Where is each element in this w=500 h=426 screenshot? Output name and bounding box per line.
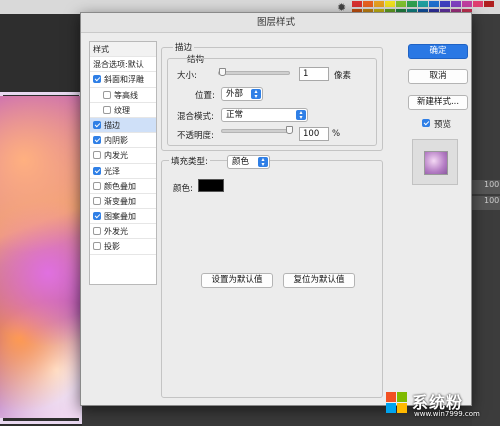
style-item-inner-glow[interactable]: 内发光 [90,148,156,164]
stroke-title: 描边 [173,41,195,53]
size-label: 大小: [177,71,197,81]
style-checkbox-gradient-overlay[interactable] [93,196,101,205]
style-label-outer-glow: 外发光 [104,227,128,237]
style-checkbox-color-overlay[interactable] [93,181,101,190]
style-item-blend-options[interactable]: 混合选项:默认 [90,57,156,73]
blend-mode-label: 混合模式: [177,112,214,122]
style-checkbox-drop-shadow[interactable] [93,242,101,251]
style-label-stroke: 描边 [104,120,120,130]
fill-type-select[interactable]: 颜色 ▴ ▾ [227,155,270,169]
opacity-slider-track[interactable] [221,129,293,133]
color-swatch[interactable] [429,1,439,7]
size-unit: 像素 [334,71,352,81]
style-checkbox-outer-glow[interactable] [93,227,101,236]
color-swatch[interactable] [440,1,450,7]
opacity-unit: % [332,129,341,139]
windows-logo-icon [386,392,408,414]
style-checkbox-pattern-overlay[interactable] [93,212,101,221]
preview-checkbox[interactable] [422,119,430,127]
fill-type-value: 颜色 [232,157,250,167]
style-checkbox-bevel-emboss[interactable] [93,75,101,84]
style-item-inner-shadow[interactable]: 内阴影 [90,133,156,149]
color-swatch[interactable] [385,1,395,7]
style-label-contour: 等高线 [114,90,138,100]
style-checkbox-inner-glow[interactable] [93,151,101,160]
layers-panel: 100 100 [472,14,500,426]
color-swatch[interactable] [451,1,461,7]
size-slider-thumb[interactable] [219,68,227,76]
blend-mode-value: 正常 [226,110,244,120]
style-checkbox-satin[interactable] [93,166,101,175]
style-label-blend-options: 混合选项:默认 [93,60,144,70]
color-swatch[interactable] [484,1,494,7]
layer-style-dialog: 图层样式 样式 混合选项:默认 斜面和浮雕 等高线 纹理 描边 内阴影 内发光 光泽 颜色叠加渐… [80,12,472,406]
watermark: 系统粉 www.win7999.com [386,386,496,424]
style-label-bevel-emboss: 斜面和浮雕 [104,75,144,85]
color-swatch[interactable] [374,1,384,7]
color-swatch[interactable] [352,1,362,7]
color-swatch[interactable] [407,1,417,7]
style-item-pattern-overlay[interactable]: 图案叠加 [90,209,156,225]
watermark-url: www.win7999.com [414,410,480,418]
style-label-inner-shadow: 内阴影 [104,136,128,146]
fill-type-label: 填充类型: [169,155,210,169]
color-swatch[interactable] [363,1,373,7]
styles-header[interactable]: 样式 [90,42,156,58]
style-label-drop-shadow: 投影 [104,242,120,252]
style-item-satin[interactable]: 光泽 [90,164,156,179]
stroke-color-swatch[interactable] [198,179,224,192]
layer-fill-readout: 100 [472,196,500,210]
style-label-gradient-overlay: 渐变叠加 [104,196,136,206]
opacity-input[interactable]: 100 [299,127,329,141]
color-swatch[interactable] [418,1,428,7]
style-preview [412,139,458,185]
size-slider-track[interactable] [218,71,290,75]
style-label-satin: 光泽 [104,166,120,176]
style-item-drop-shadow[interactable]: 投影 [90,239,156,255]
style-item-gradient-overlay[interactable]: 渐变叠加 [90,194,156,210]
opacity-slider-thumb[interactable] [286,126,293,134]
style-preview-thumbnail [424,151,448,175]
position-select[interactable]: 外部 ▴ ▾ [221,87,263,101]
style-checkbox-texture[interactable] [103,105,111,114]
color-label: 颜色: [173,184,193,194]
style-item-contour[interactable]: 等高线 [90,88,156,103]
cancel-button[interactable]: 取消 [408,69,468,84]
style-item-bevel-emboss[interactable]: 斜面和浮雕 [90,72,156,88]
styles-list: 样式 混合选项:默认斜面和浮雕等高线纹理描边内阴影内发光光泽颜色叠加渐变叠加图案… [89,41,157,285]
style-item-outer-glow[interactable]: 外发光 [90,224,156,240]
style-label-texture: 纹理 [114,105,130,115]
style-label-color-overlay: 颜色叠加 [104,181,136,191]
position-label: 位置: [195,91,215,101]
set-default-button[interactable]: 设置为默认值 [201,273,273,288]
preview-label: 预览 [434,120,452,130]
style-label-inner-glow: 内发光 [104,151,128,161]
select-arrows-icon: ▴ ▾ [258,157,268,168]
style-checkbox-stroke[interactable] [93,120,101,129]
style-label-pattern-overlay: 图案叠加 [104,212,136,222]
size-input[interactable]: 1 [299,67,329,81]
canvas-image[interactable] [0,96,80,418]
blend-mode-select[interactable]: 正常 ▴ ▾ [221,108,308,122]
dialog-title: 图层样式 [81,13,471,33]
opacity-label: 不透明度: [177,131,214,141]
style-item-stroke[interactable]: 描边 [90,117,156,134]
color-swatch[interactable] [473,1,483,7]
position-select-value: 外部 [226,89,244,99]
new-style-button[interactable]: 新建样式... [408,95,468,110]
style-checkbox-inner-shadow[interactable] [93,136,101,145]
color-swatch[interactable] [462,1,472,7]
select-arrows-icon: ▴ ▾ [251,89,261,100]
ok-button[interactable]: 确定 [408,44,468,59]
select-arrows-icon: ▴ ▾ [296,110,306,121]
style-checkbox-contour[interactable] [103,90,111,99]
style-item-texture[interactable]: 纹理 [90,103,156,118]
reset-default-button[interactable]: 复位为默认值 [283,273,355,288]
color-swatch[interactable] [396,1,406,7]
layer-opacity-readout: 100 [472,180,500,194]
style-item-color-overlay[interactable]: 颜色叠加 [90,179,156,194]
